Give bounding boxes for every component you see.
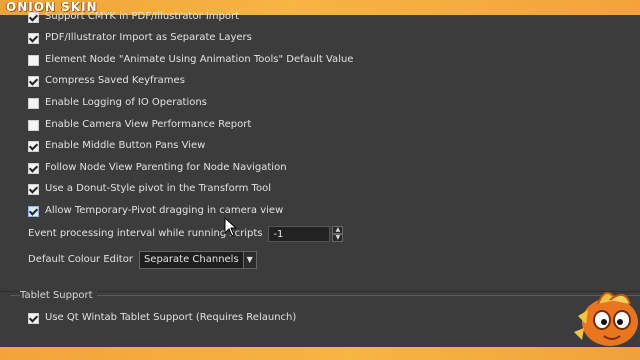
checkbox[interactable] xyxy=(28,75,39,87)
increment-arrow-icon[interactable]: ▲ xyxy=(332,226,344,234)
checkbox[interactable] xyxy=(28,183,39,195)
colour-editor-row: Default Colour Editor Separate Channels … xyxy=(28,251,257,269)
option-label: Use a Donut-Style pivot in the Transform… xyxy=(45,183,271,194)
option-label: Support CMYK in PDF/Illustrator Import xyxy=(45,11,240,22)
event-interval-input[interactable]: -1 xyxy=(268,226,331,242)
option-label: Use Qt Wintab Tablet Support (Requires R… xyxy=(45,312,297,323)
checkbox[interactable] xyxy=(28,32,39,44)
colour-editor-dropdown[interactable]: Separate Channels ▼ xyxy=(138,251,257,269)
option-label: Enable Logging of IO Operations xyxy=(45,97,207,108)
option-middle-button-pans[interactable]: Enable Middle Button Pans View xyxy=(28,138,205,154)
colour-editor-label: Default Colour Editor xyxy=(28,254,133,265)
checkbox[interactable] xyxy=(28,162,39,174)
checkbox[interactable] xyxy=(28,11,39,23)
colour-editor-value: Separate Channels xyxy=(143,254,239,265)
option-logging-io[interactable]: Enable Logging of IO Operations xyxy=(28,95,207,111)
checkbox[interactable] xyxy=(28,140,39,152)
option-label: Enable Camera View Performance Report xyxy=(45,119,252,130)
checkbox[interactable] xyxy=(28,312,39,324)
option-label: Element Node "Animate Using Animation To… xyxy=(45,54,354,65)
mouse-pointer-icon xyxy=(224,217,238,237)
decrement-arrow-icon[interactable]: ▼ xyxy=(332,234,344,242)
option-element-node-animate[interactable]: Element Node "Animate Using Animation To… xyxy=(28,52,353,68)
checkbox[interactable] xyxy=(28,97,39,109)
onion-mascot-icon xyxy=(574,292,638,346)
bottom-banner xyxy=(0,347,640,360)
chevron-down-icon[interactable]: ▼ xyxy=(242,252,256,268)
option-pdf-separate-layers[interactable]: PDF/Illustrator Import as Separate Layer… xyxy=(28,30,252,46)
option-label: Compress Saved Keyframes xyxy=(45,75,185,86)
checkbox[interactable] xyxy=(28,119,39,131)
option-compress-keyframes[interactable]: Compress Saved Keyframes xyxy=(28,73,185,89)
option-support-cmyk[interactable]: Support CMYK in PDF/Illustrator Import xyxy=(28,9,239,25)
option-label: PDF/Illustrator Import as Separate Layer… xyxy=(45,32,252,43)
checkbox[interactable] xyxy=(28,54,39,66)
option-label: Follow Node View Parenting for Node Navi… xyxy=(45,162,287,173)
event-interval-row: Event processing interval while running … xyxy=(28,225,344,243)
checkbox[interactable] xyxy=(28,205,39,217)
option-camera-performance[interactable]: Enable Camera View Performance Report xyxy=(28,117,251,133)
option-follow-node-parenting[interactable]: Follow Node View Parenting for Node Navi… xyxy=(28,160,287,176)
option-donut-pivot[interactable]: Use a Donut-Style pivot in the Transform… xyxy=(28,181,271,197)
option-label: Allow Temporary-Pivot dragging in camera… xyxy=(45,205,284,216)
event-interval-spinbox[interactable]: -1 ▲ ▼ xyxy=(268,226,344,242)
option-label: Enable Middle Button Pans View xyxy=(45,140,206,151)
tablet-support-title: Tablet Support xyxy=(20,289,97,303)
option-temporary-pivot[interactable]: Allow Temporary-Pivot dragging in camera… xyxy=(28,203,283,219)
option-qt-wintab[interactable]: Use Qt Wintab Tablet Support (Requires R… xyxy=(28,310,296,326)
